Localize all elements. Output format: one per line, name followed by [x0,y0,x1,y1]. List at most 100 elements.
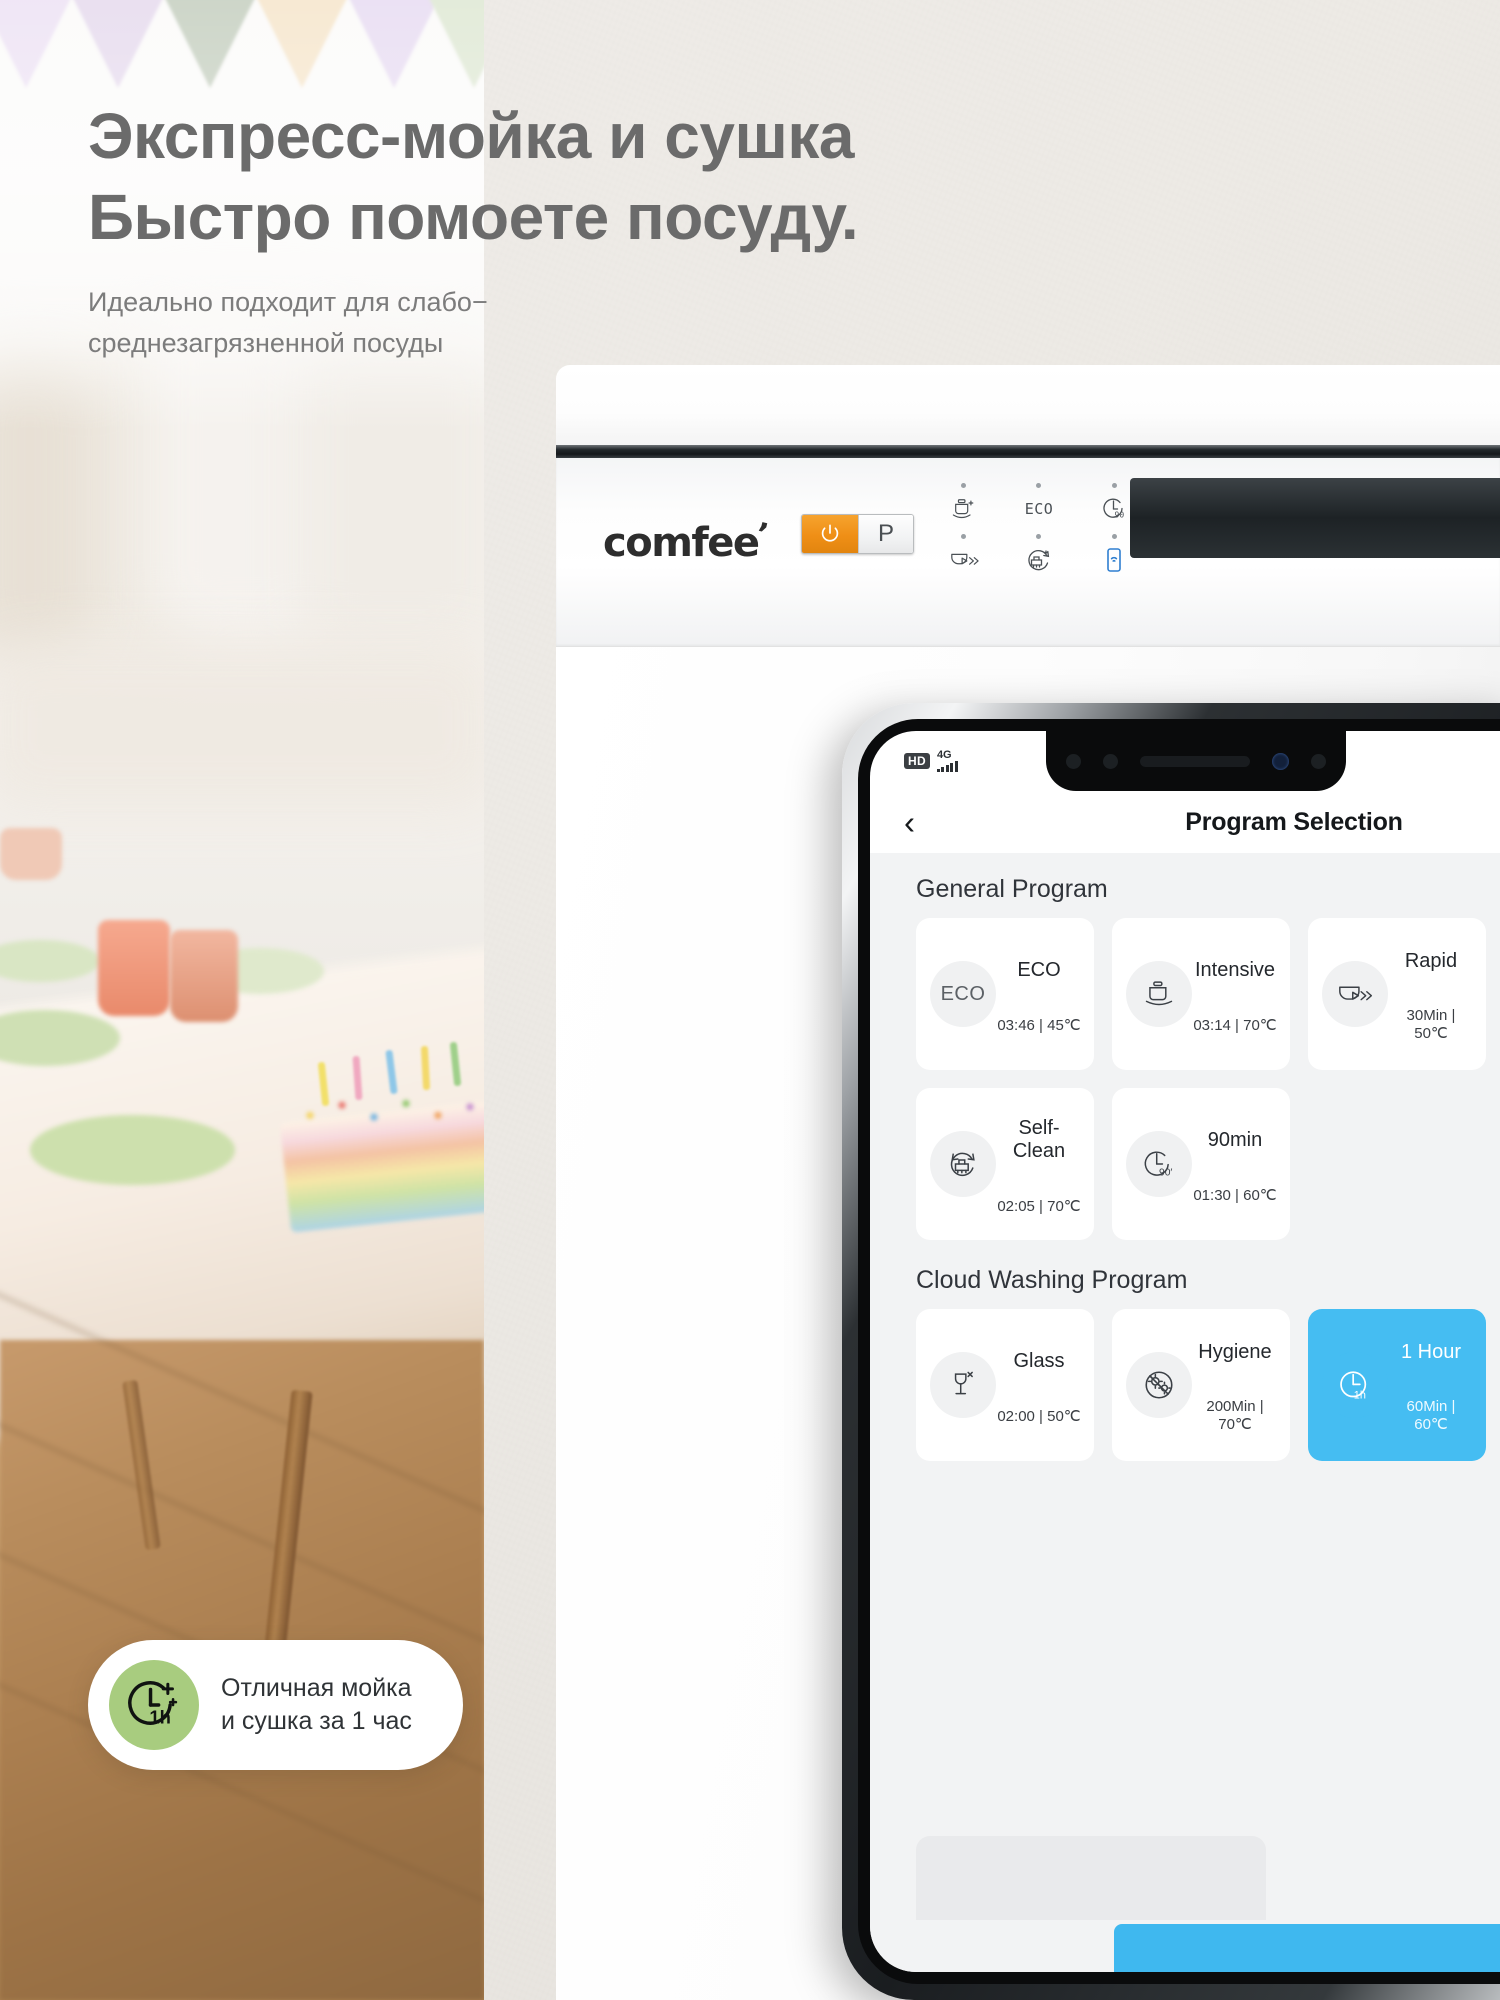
feature-badge-text: Отличная мойка и сушка за 1 час [221,1672,412,1738]
indicator-led [1036,534,1042,539]
page-title: Program Selection [1185,807,1403,836]
indicator-led [1111,483,1117,488]
indicator-intensive[interactable] [944,483,983,524]
feature-badge-line-1: Отличная мойка [221,1674,412,1702]
svg-text:90: 90 [1115,511,1125,520]
rapid-icon [949,545,979,575]
self-clean-icon [1025,545,1053,575]
eco-text-icon: ECO [1024,500,1054,518]
program-card-text: Self-Clean 02:05 | 70℃ [996,1088,1082,1240]
program-button[interactable]: P [858,515,913,553]
program-card-glass[interactable]: Glass 02:00 | 50℃ [916,1309,1094,1461]
photo-shelf-blur [0,640,484,810]
svg-text:1h: 1h [1354,1389,1366,1401]
phone-status-bar: HD 4G [870,731,1500,791]
indicator-rapid[interactable] [944,534,983,575]
chevron-left-icon[interactable]: ‹ [904,806,915,839]
app-top-bar: ‹ Program Selection [870,791,1500,853]
headline-line-2: Быстро помоете посуду. [88,180,859,253]
subheadline-line-2: среднезагрязненной посуды [88,327,444,358]
dishwasher-top-trim [556,365,1500,445]
program-meta: 30Min | 50℃ [1406,1007,1456,1042]
program-indicator-grid: ECO 90 [944,483,1134,575]
program-name: 1 Hour [1400,1341,1462,1363]
dishwasher-door-gap [556,445,1500,458]
program-card-text: 90min 01:30 | 60℃ [1192,1088,1278,1240]
clock-1h-sparkle-icon: 1h [109,1660,199,1750]
bottom-action-bar[interactable] [1114,1924,1500,1972]
program-card-intensive[interactable]: Intensive 03:14 | 70℃ [1112,918,1290,1070]
eco-circle-icon: ECO [930,961,996,1027]
program-card-text: Rapid 30Min | 50℃ [1388,918,1474,1070]
timer-90-icon: 90 [1100,494,1128,524]
indicator-self-clean[interactable] [1019,534,1058,575]
indicator-led [1111,534,1117,539]
photo-plate [30,1115,235,1185]
photo-plate [0,940,100,982]
program-name: ECO [1017,958,1061,981]
program-indicator-row [944,534,1134,575]
general-program-card-grid: ECO ECO 03:46 | 45℃ Intensive 03:14 | 70… [916,918,1500,1240]
power-icon [821,524,839,542]
hd-badge: HD [904,753,930,769]
intensive-pot-icon [950,494,978,524]
program-indicator-row: ECO 90 [944,483,1134,524]
pot-icon [1126,961,1192,1027]
program-card-text: ECO 03:46 | 45℃ [996,918,1082,1070]
program-meta: 02:05 | 70℃ [997,1198,1081,1215]
program-card-text: Hygiene 200Min | 70℃ [1192,1309,1278,1461]
program-card-90min[interactable]: 90′ 90min 01:30 | 60℃ [1112,1088,1290,1240]
rapid-icon [1322,961,1388,1027]
program-meta: 02:00 | 50℃ [997,1407,1081,1425]
program-card-text: Glass 02:00 | 50℃ [996,1309,1082,1461]
network-indicator: 4G [936,749,958,772]
program-name: Rapid [1404,950,1458,972]
comfee-brand-logo: comfee’ [603,516,770,566]
headline-line-1: Экспресс-мойка и сушка [88,100,854,172]
clock-1h-icon: 1h [1322,1352,1388,1418]
clock-90-icon: 90′ [1126,1131,1192,1197]
program-name: Self-Clean [1012,1117,1066,1162]
photo-sprinkles [290,1095,484,1129]
cloud-washing-card-grid: Glass 02:00 | 50℃ Hygiene 200Min | 70℃ 1… [916,1309,1500,1461]
hygiene-germ-icon [1126,1352,1192,1418]
program-meta: 03:14 | 70℃ [1193,1016,1277,1034]
program-meta: 01:30 | 60℃ [1193,1186,1277,1204]
section-title-general: General Program [916,875,1108,903]
smartphone-mockup: HD 4G ‹ Program Selection General Progra… [842,703,1500,2000]
network-type-label: 4G [936,749,952,761]
phone-wifi-icon [1104,545,1124,575]
partial-card-below-fold [916,1836,1266,1920]
power-program-button-pair[interactable]: P [801,514,914,554]
indicator-eco[interactable]: ECO [1019,483,1058,524]
indicator-led [1036,483,1042,488]
indicator-led [961,534,967,539]
program-name: Hygiene [1198,1341,1272,1363]
svg-text:1h: 1h [149,1706,171,1727]
svg-text:90′: 90′ [1159,1167,1172,1178]
photo-cup [98,920,170,1016]
program-selection-body[interactable]: General Program ECO ECO 03:46 | 45℃ Inte… [870,853,1500,1972]
program-card-eco[interactable]: ECO ECO 03:46 | 45℃ [916,918,1094,1070]
dishwasher-control-panel: comfee’ P ECO 90 [556,458,1500,732]
program-card-text: Intensive 03:14 | 70℃ [1192,918,1278,1070]
indicator-wifi-phone[interactable] [1095,534,1134,575]
signal-bars-icon [936,761,958,772]
section-title-cloud: Cloud Washing Program [916,1266,1188,1294]
program-card-rapid[interactable]: Rapid 30Min | 50℃ [1308,918,1486,1070]
program-card-self-clean[interactable]: Self-Clean 02:05 | 70℃ [916,1088,1094,1240]
indicator-led [961,483,967,488]
indicator-90min[interactable]: 90 [1095,483,1134,524]
power-button[interactable] [802,515,858,553]
subheadline-line-1: Идеально подходит для слабо− [88,287,488,318]
program-name: 90min [1207,1128,1263,1151]
program-meta: 60Min | 60℃ [1406,1398,1456,1433]
program-card-hygiene[interactable]: Hygiene 200Min | 70℃ [1112,1309,1290,1461]
glass-icon [930,1352,996,1418]
program-card-1hour[interactable]: 1h 1 Hour 60Min | 60℃ [1308,1309,1486,1461]
program-name: Glass [1013,1349,1065,1372]
photo-cup [0,828,62,880]
program-name: Intensive [1194,958,1276,981]
marketing-copy: Экспресс-мойка и сушка Быстро помоете по… [88,96,1088,362]
feature-badge-line-2: и сушка за 1 час [221,1707,412,1735]
